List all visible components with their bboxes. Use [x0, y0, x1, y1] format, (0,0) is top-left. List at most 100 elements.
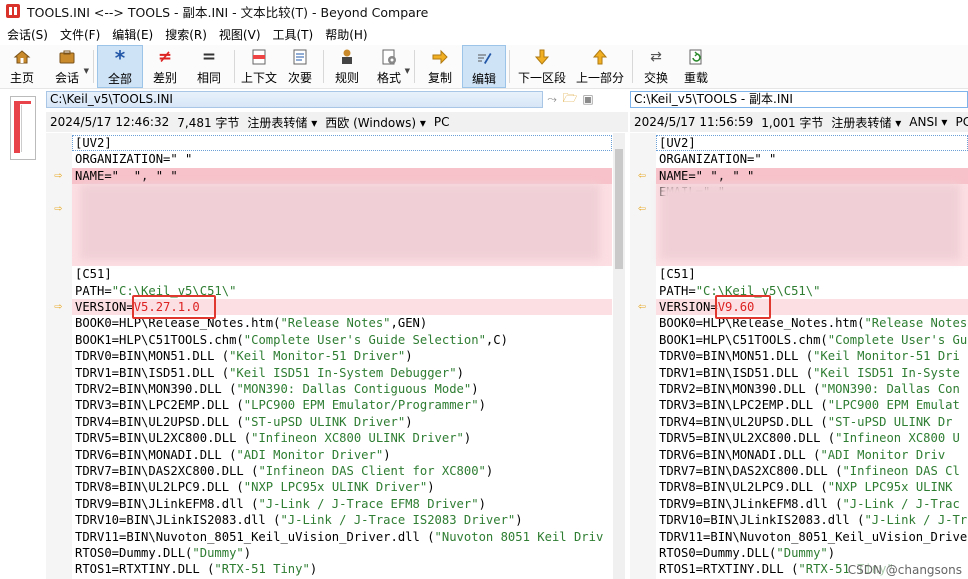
right-code-line[interactable]: TDRV9=BIN\JLinkEFM8.dll ("J-Link / J-Tra…: [656, 496, 968, 512]
left-code-line[interactable]: BOOK1=HLP\C51TOOLS.chm("Complete User's …: [72, 332, 612, 348]
context-button[interactable]: 上下文: [238, 45, 280, 88]
left-vertical-scrollbar[interactable]: [613, 133, 625, 579]
menu-bar: 会话(S) 文件(F) 编辑(E) 搜索(R) 视图(V) 工具(T) 帮助(H…: [0, 24, 968, 44]
right-path-row: C:\Keil_v5\TOOLS - 副本.INI: [630, 89, 968, 109]
left-code-line[interactable]: NAME=" ", " ": [72, 167, 612, 185]
left-charset-dropdown[interactable]: 西欧 (Windows) ▾: [325, 114, 426, 131]
left-code-line[interactable]: TDRV8=BIN\UL2LPC9.DLL ("NXP LPC95x ULINK…: [72, 479, 612, 495]
left-text-pane[interactable]: [UV2] ORGANIZATION=" " NAME=" ", " " [C51] P…: [46, 133, 612, 579]
code-text: ): [383, 447, 391, 462]
right-code-line[interactable]: TDRV5=BIN\UL2XC800.DLL ("Infineon XC800 …: [656, 430, 968, 446]
reload-button[interactable]: 重载: [676, 45, 716, 88]
copy-left-arrow-icon[interactable]: ⇦: [634, 299, 650, 315]
menu-edit[interactable]: 编辑(E): [105, 26, 158, 43]
session-dropdown-arrow-icon[interactable]: ▼: [84, 67, 89, 75]
diff-overview-thumbnail[interactable]: [10, 96, 36, 160]
left-code-line[interactable]: TDRV11=BIN\Nuvoton_8051_Keil_uVision_Dri…: [72, 529, 612, 545]
right-path-input[interactable]: C:\Keil_v5\TOOLS - 副本.INI: [630, 90, 968, 108]
right-format-dropdown[interactable]: 注册表转储 ▾: [831, 114, 901, 131]
right-code-line[interactable]: TDRV7=BIN\DAS2XC800.DLL ("Infineon DAS C…: [656, 463, 968, 479]
code-text: ): [463, 431, 472, 446]
home-icon: [13, 48, 31, 66]
left-datetime: 2024/5/17 12:46:32: [50, 115, 170, 129]
right-code-line[interactable]: [UV2]: [656, 135, 968, 152]
right-code-line[interactable]: TDRV1=BIN\ISD51.DLL ("Keil ISD51 In-Syst…: [656, 365, 968, 381]
next-section-button[interactable]: 下一区段: [513, 45, 571, 88]
right-code-line[interactable]: [C51]: [656, 266, 968, 282]
right-code-line[interactable]: VERSION=V9.60: [656, 299, 968, 316]
right-code-line[interactable]: BOOK0=HLP\Release_Notes.htm("Release Not…: [656, 315, 968, 331]
menu-help[interactable]: 帮助(H): [318, 26, 372, 43]
left-code-line[interactable]: TDRV6=BIN\MONADI.DLL ("ADI Monitor Drive…: [72, 447, 612, 463]
left-path-input[interactable]: C:\Keil_v5\TOOLS.INI: [46, 90, 543, 108]
show-all-button[interactable]: * 全部: [97, 45, 143, 88]
left-code-line[interactable]: TDRV1=BIN\ISD51.DLL ("Keil ISD51 In-Syst…: [72, 365, 612, 381]
rules-button[interactable]: 规则: [327, 45, 367, 88]
swap-button[interactable]: ⇄ 交换: [636, 45, 676, 88]
show-diff-button[interactable]: ≠ 差别: [143, 45, 187, 88]
right-code-line[interactable]: TDRV0=BIN\MON51.DLL ("Keil Monitor-51 Dr…: [656, 348, 968, 364]
swap-sides-icon[interactable]: ⤳: [543, 91, 561, 108]
session-button[interactable]: 会话 ▼: [44, 45, 90, 88]
right-code-line[interactable]: TDRV8=BIN\UL2LPC9.DLL ("NXP LPC95x ULINK: [656, 479, 968, 495]
menu-view[interactable]: 视图(V): [212, 26, 266, 43]
copy-button[interactable]: 复制: [418, 45, 462, 88]
left-code-line[interactable]: TDRV7=BIN\DAS2XC800.DLL ("Infineon DAS C…: [72, 463, 612, 479]
right-code-line[interactable]: TDRV11=BIN\Nuvoton_8051_Keil_uVision_Dri…: [656, 529, 968, 545]
string-literal: "NXP LPC95x ULINK Driver": [243, 480, 428, 495]
right-code-line[interactable]: PATH="C:\Keil_v5\C51\": [656, 283, 968, 299]
open-folder-icon[interactable]: 🗁: [561, 91, 579, 108]
copy-right-arrow-icon[interactable]: ⇨: [50, 201, 66, 217]
string-literal: "ST-uPSD ULINK Dr: [827, 414, 953, 429]
right-code-line[interactable]: TDRV4=BIN\UL2UPSD.DLL ("ST-uPSD ULINK Dr: [656, 414, 968, 430]
menu-tools[interactable]: 工具(T): [266, 26, 319, 43]
minor-button[interactable]: 次要: [280, 45, 320, 88]
briefcase-icon: [58, 48, 76, 66]
save-icon[interactable]: ▣: [579, 91, 597, 108]
copy-right-arrow-icon[interactable]: ⇨: [50, 299, 66, 315]
menu-session[interactable]: 会话(S): [0, 26, 53, 43]
code-text: TDRV8=BIN\UL2LPC9.DLL (: [75, 480, 244, 495]
copy-left-arrow-icon[interactable]: ⇦: [634, 168, 650, 184]
right-text-pane[interactable]: [UV2]ORGANIZATION=" "NAME=" ", " "EMAIL=…: [630, 133, 968, 579]
left-code-line[interactable]: TDRV2=BIN\MON390.DLL ("MON390: Dallas Co…: [72, 381, 612, 397]
left-code-line[interactable]: TDRV10=BIN\JLinkIS2083.dll ("J-Link / J-…: [72, 512, 612, 528]
right-code-line[interactable]: TDRV3=BIN\LPC2EMP.DLL ("LPC900 EPM Emula…: [656, 397, 968, 413]
home-button[interactable]: 主页: [0, 45, 44, 88]
prev-section-button[interactable]: 上一部分: [571, 45, 629, 88]
right-code-line[interactable]: NAME=" ", " ": [656, 167, 968, 185]
left-code-line[interactable]: RTOS1=RTXTINY.DLL ("RTX-51 Tiny"): [72, 561, 612, 577]
string-literal: "Complete User's Gu: [827, 332, 968, 347]
copy-right-arrow-icon[interactable]: ⇨: [50, 168, 66, 184]
right-eol[interactable]: PC: [955, 115, 968, 129]
copy-arrow-icon: [431, 48, 449, 66]
right-code-line[interactable]: TDRV2=BIN\MON390.DLL ("MON390: Dallas Co…: [656, 381, 968, 397]
right-charset-dropdown[interactable]: ANSI ▾: [909, 115, 947, 129]
right-code-line[interactable]: BOOK1=HLP\C51TOOLS.chm("Complete User's …: [656, 332, 968, 348]
copy-left-arrow-icon[interactable]: ⇦: [634, 201, 650, 217]
left-code-line[interactable]: TDRV9=BIN\JLinkEFM8.dll ("J-Link / J-Tra…: [72, 496, 612, 512]
left-scroll-thumb[interactable]: [615, 149, 623, 269]
format-dropdown-arrow-icon[interactable]: ▼: [405, 67, 410, 75]
left-code-line[interactable]: TDRV4=BIN\UL2UPSD.DLL ("ST-uPSD ULINK Dr…: [72, 414, 612, 430]
left-code-line[interactable]: [C51]: [72, 266, 612, 282]
menu-search[interactable]: 搜索(R): [158, 26, 212, 43]
menu-file[interactable]: 文件(F): [53, 26, 105, 43]
left-code-line[interactable]: TDRV5=BIN\UL2XC800.DLL ("Infineon XC800 …: [72, 430, 612, 446]
left-code-line[interactable]: TDRV0=BIN\MON51.DLL ("Keil Monitor-51 Dr…: [72, 348, 612, 364]
right-code-line[interactable]: ORGANIZATION=" ": [656, 151, 968, 167]
left-eol[interactable]: PC: [434, 115, 450, 129]
beyond-compare-app-icon: [6, 4, 20, 18]
show-same-button[interactable]: = 相同: [187, 45, 231, 88]
code-text: VERSION=: [75, 300, 134, 314]
left-code-line[interactable]: [UV2]: [72, 135, 612, 152]
format-button[interactable]: 格式 ▼: [367, 45, 411, 88]
left-code-line[interactable]: ORGANIZATION=" ": [72, 151, 612, 167]
right-code-line[interactable]: TDRV10=BIN\JLinkIS2083.dll ("J-Link / J-…: [656, 512, 968, 528]
left-format-dropdown[interactable]: 注册表转储 ▾: [247, 114, 317, 131]
right-code-line[interactable]: TDRV6=BIN\MONADI.DLL ("ADI Monitor Driv: [656, 447, 968, 463]
right-code-line[interactable]: RTOS0=Dummy.DLL("Dummy"): [656, 545, 968, 561]
left-code-line[interactable]: RTOS0=Dummy.DLL("Dummy"): [72, 545, 612, 561]
edit-button[interactable]: 编辑: [462, 45, 506, 88]
left-code-line[interactable]: TDRV3=BIN\LPC2EMP.DLL ("LPC900 EPM Emula…: [72, 397, 612, 413]
